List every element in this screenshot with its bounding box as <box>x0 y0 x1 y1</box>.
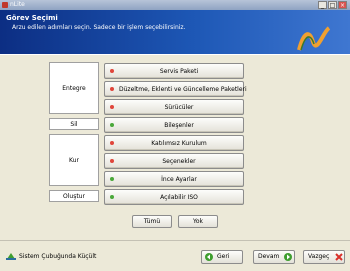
next-arrow-icon <box>284 253 292 261</box>
group-olustur: Oluştur <box>49 190 99 202</box>
task-components-button[interactable]: Bileşenler <box>104 117 244 133</box>
next-button-label: Devam <box>258 253 280 260</box>
back-button-label: Geri <box>217 253 230 260</box>
task-drivers-button[interactable]: Sürücüler <box>104 99 244 115</box>
footer-separator <box>0 240 350 241</box>
minimize-button[interactable]: _ <box>318 1 327 9</box>
group-kur: Kur <box>49 134 99 186</box>
group-entegre-label: Entegre <box>62 85 86 92</box>
group-olustur-label: Oluştur <box>63 193 85 200</box>
page-header: Görev Seçimi Arzu edilen adımları seçin.… <box>0 10 350 54</box>
status-dot-icon <box>110 141 114 145</box>
cancel-x-icon <box>335 253 343 261</box>
title-bar: nLite _ □ × <box>0 0 350 10</box>
task-unattended-button[interactable]: Katılımsız Kurulum <box>104 135 244 151</box>
task-label: Servis Paketi <box>159 68 199 75</box>
page-subtitle: Arzu edilen adımları seçin. Sadece bir i… <box>12 24 186 31</box>
back-arrow-icon <box>205 253 213 261</box>
nlite-logo <box>297 26 331 51</box>
task-label: Seçenekler <box>162 158 196 165</box>
maximize-button[interactable]: □ <box>328 1 337 9</box>
task-label: Katılımsız Kurulum <box>151 140 207 147</box>
app-icon <box>2 2 8 8</box>
task-tweaks-button[interactable]: İnce Ayarlar <box>104 171 244 187</box>
task-label: İnce Ayarlar <box>161 176 197 183</box>
task-hotfix-button[interactable]: Düzeltme, Eklenti ve Güncelleme Paketler… <box>104 81 247 97</box>
task-label: Bileşenler <box>164 122 194 129</box>
status-dot-icon <box>110 87 114 91</box>
cancel-button-label: Vazgeç <box>308 253 330 260</box>
header-separator <box>0 54 350 55</box>
back-button[interactable]: Geri <box>201 250 243 264</box>
close-button[interactable]: × <box>338 1 347 9</box>
task-bootable-iso-button[interactable]: Açılabilir ISO <box>104 189 244 205</box>
tray-icon <box>6 253 16 260</box>
select-none-button[interactable]: Yok <box>178 215 218 228</box>
status-dot-icon <box>110 105 114 109</box>
group-kur-label: Kur <box>69 157 79 164</box>
window-title: nLite <box>10 1 25 8</box>
status-dot-icon <box>110 177 114 181</box>
group-entegre: Entegre <box>49 62 99 114</box>
task-options-button[interactable]: Seçenekler <box>104 153 244 169</box>
status-dot-icon <box>110 159 114 163</box>
group-sil-label: Sil <box>70 121 78 128</box>
minimize-to-tray-label: Sistem Çubuğunda Küçült <box>19 253 97 260</box>
status-dot-icon <box>110 195 114 199</box>
footer: Sistem Çubuğunda Küçült Geri Devam Vazge… <box>0 242 350 271</box>
group-sil: Sil <box>49 118 99 130</box>
status-dot-icon <box>110 69 114 73</box>
status-dot-icon <box>110 123 114 127</box>
task-label: Açılabilir ISO <box>160 194 198 201</box>
page-title: Görev Seçimi <box>6 14 58 22</box>
task-label: Sürücüler <box>164 104 194 111</box>
task-label: Düzeltme, Eklenti ve Güncelleme Paketler… <box>119 86 247 93</box>
next-button[interactable]: Devam <box>253 250 295 264</box>
cancel-button[interactable]: Vazgeç <box>303 250 345 264</box>
select-all-button[interactable]: Tümü <box>132 215 172 228</box>
task-servis-paketi-button[interactable]: Servis Paketi <box>104 63 244 79</box>
